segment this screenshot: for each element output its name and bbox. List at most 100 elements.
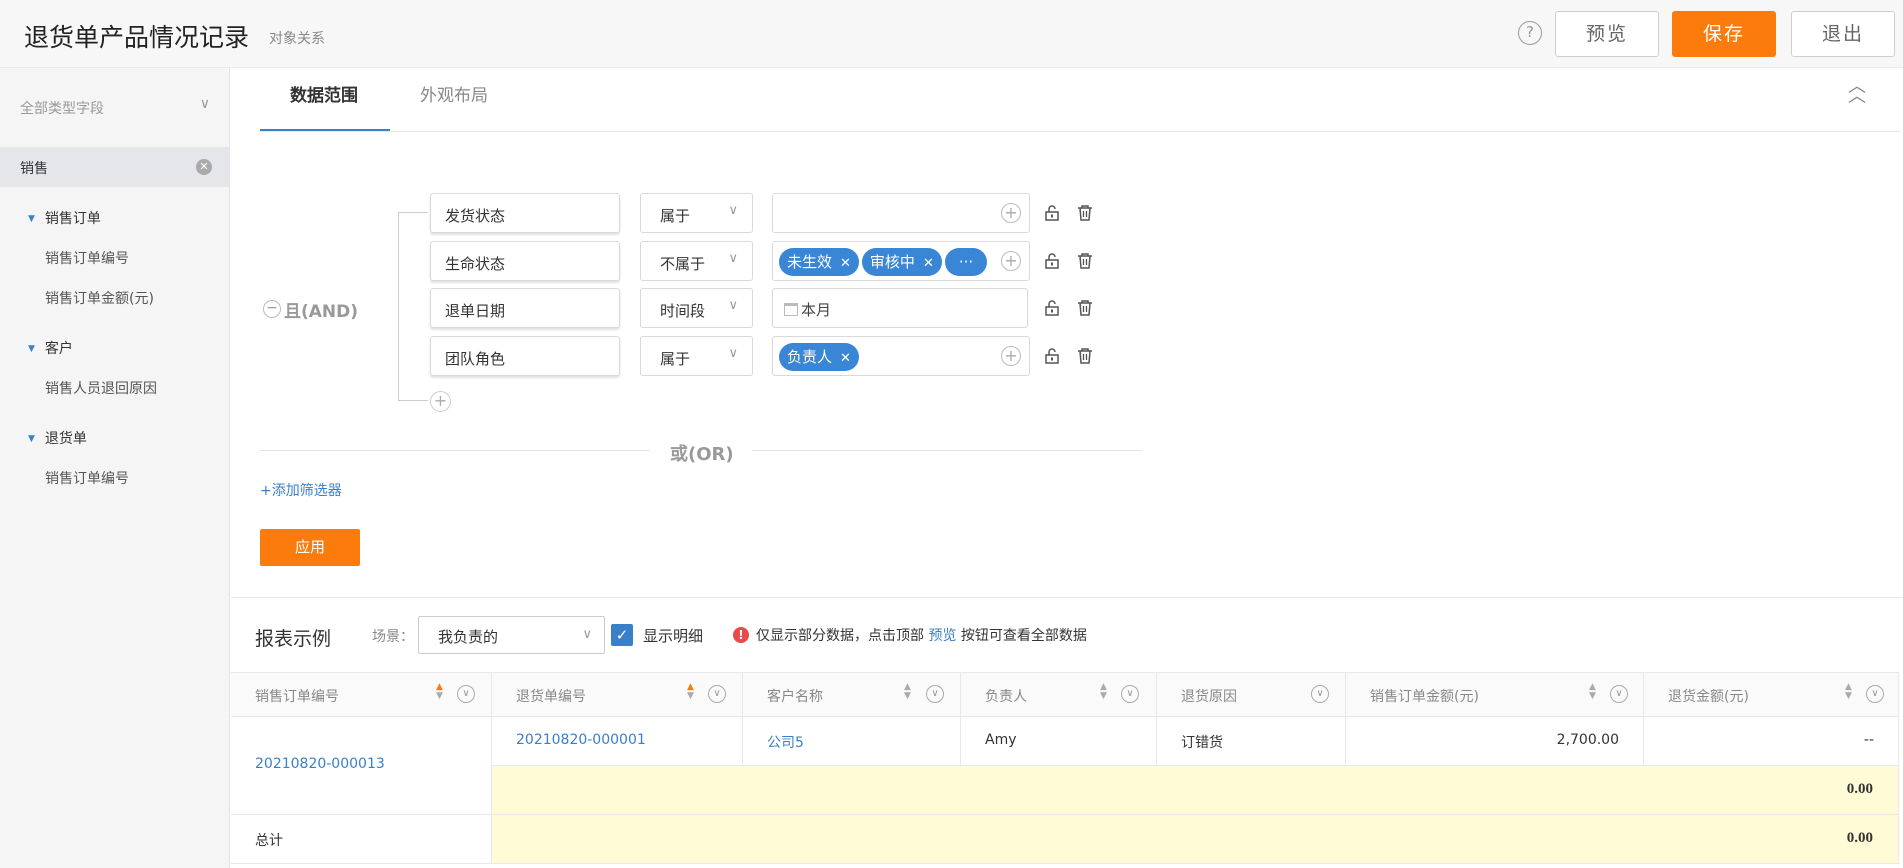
- remove-tag-icon[interactable]: ✕: [923, 256, 934, 271]
- column-filter-icon[interactable]: ∨: [708, 685, 726, 703]
- column-header[interactable]: 退货原因 ∨: [1157, 672, 1346, 717]
- field-search[interactable]: 销售 ✕: [0, 147, 229, 187]
- add-value-icon[interactable]: +: [1001, 251, 1021, 271]
- help-icon[interactable]: ?: [1518, 21, 1542, 45]
- sort-icon[interactable]: ▲ ▼: [687, 683, 694, 701]
- tree-item[interactable]: 销售订单金额(元): [45, 288, 154, 308]
- caret-down-icon: ▼: [28, 344, 35, 354]
- customer-name[interactable]: 公司5: [743, 717, 961, 766]
- chevron-down-icon: ∨: [199, 96, 210, 112]
- trash-icon[interactable]: [1077, 300, 1093, 316]
- add-condition-icon[interactable]: +: [430, 391, 451, 412]
- section-divider: [231, 597, 1903, 598]
- page-title: 退货单产品情况记录: [24, 23, 250, 52]
- notice-preview-link[interactable]: 预览: [928, 628, 956, 644]
- column-header[interactable]: 负责人 ▲ ▼ ∨: [961, 672, 1157, 717]
- column-header[interactable]: 退货单编号 ▲ ▼ ∨: [492, 672, 743, 717]
- condition-operator[interactable]: 时间段 ∨: [640, 288, 753, 328]
- notice-prefix: 仅显示部分数据，点击顶部: [756, 628, 924, 644]
- tree-group-customer[interactable]: ▼ 客户: [28, 338, 73, 358]
- save-button[interactable]: 保存: [1672, 11, 1776, 57]
- group-order-number[interactable]: 20210820-000013: [231, 717, 492, 815]
- field-type-label: 全部类型字段: [20, 101, 104, 117]
- column-header-label: 退货金额(元): [1668, 689, 1749, 705]
- apply-button[interactable]: 应用: [260, 529, 360, 566]
- condition-operator[interactable]: 属于 ∨: [640, 336, 753, 376]
- column-filter-icon[interactable]: ∨: [457, 685, 475, 703]
- trash-icon[interactable]: [1077, 253, 1093, 269]
- value-tag: 审核中 ✕: [861, 248, 942, 276]
- preview-button[interactable]: 预览: [1555, 11, 1659, 57]
- operator-value: 不属于: [660, 255, 706, 273]
- notice-text: 仅显示部分数据，点击顶部 预览 按钮可查看全部数据: [756, 625, 1087, 645]
- column-filter-icon[interactable]: ∨: [1121, 685, 1139, 703]
- condition-bracket: [398, 212, 428, 401]
- subtotal-value: 0.00: [1846, 781, 1873, 797]
- condition-value[interactable]: 负责人 ✕ +: [772, 336, 1030, 376]
- field-type-select[interactable]: 全部类型字段 ∨: [20, 96, 210, 118]
- condition-field[interactable]: 发货状态: [430, 193, 620, 233]
- add-value-icon[interactable]: +: [1001, 203, 1021, 223]
- column-filter-icon[interactable]: ∨: [1311, 685, 1329, 703]
- column-filter-icon[interactable]: ∨: [1866, 685, 1884, 703]
- tree-item[interactable]: 销售订单编号: [45, 468, 129, 488]
- condition-value[interactable]: 未生效 ✕ 审核中 ✕ ··· +: [772, 241, 1030, 281]
- sort-icon[interactable]: ▲ ▼: [1845, 683, 1852, 701]
- or-label: 或(OR): [670, 444, 734, 465]
- trash-icon[interactable]: [1077, 205, 1093, 221]
- caret-down-icon: ▼: [28, 434, 35, 444]
- tab-appearance-layout[interactable]: 外观布局: [420, 81, 488, 106]
- lock-icon[interactable]: [1044, 253, 1060, 269]
- remove-tag-icon[interactable]: ✕: [840, 351, 851, 366]
- report-title: 报表示例: [255, 628, 332, 650]
- tab-data-range[interactable]: 数据范围: [290, 81, 358, 106]
- clear-icon[interactable]: ✕: [196, 159, 212, 175]
- column-filter-icon[interactable]: ∨: [926, 685, 944, 703]
- return-amount-cell: --: [1644, 717, 1899, 766]
- condition-operator[interactable]: 属于 ∨: [640, 193, 753, 233]
- scene-select[interactable]: 我负责的 ∨: [418, 616, 605, 654]
- collapse-icon[interactable]: ︿ ︿: [1848, 78, 1866, 106]
- field-search-input[interactable]: 销售: [20, 158, 48, 178]
- tree-group-return-order[interactable]: ▼ 退货单: [28, 428, 87, 448]
- sort-icon[interactable]: ▲ ▼: [436, 683, 443, 701]
- lock-icon[interactable]: [1044, 205, 1060, 221]
- add-value-icon[interactable]: +: [1001, 346, 1021, 366]
- more-tags-button[interactable]: ···: [944, 248, 988, 276]
- column-header[interactable]: 退货金额(元) ▲ ▼ ∨: [1644, 672, 1899, 717]
- show-detail-label: 显示明细: [643, 627, 704, 645]
- sort-icon[interactable]: ▲ ▼: [1100, 683, 1107, 701]
- lock-icon[interactable]: [1044, 300, 1060, 316]
- condition-field[interactable]: 生命状态: [430, 241, 620, 281]
- return-order-number[interactable]: 20210820-000001: [492, 717, 743, 766]
- total-row: [492, 815, 1899, 864]
- chevron-down-icon: ∨: [728, 251, 738, 266]
- sort-icon[interactable]: ▲ ▼: [904, 683, 911, 701]
- scene-label: 场景：: [372, 629, 414, 645]
- condition-value[interactable]: +: [772, 193, 1030, 233]
- tree-group-sales-order[interactable]: ▼ 销售订单: [28, 208, 101, 228]
- column-filter-icon[interactable]: ∨: [1610, 685, 1628, 703]
- collapse-group-icon[interactable]: −: [263, 300, 281, 318]
- trash-icon[interactable]: [1077, 348, 1093, 364]
- lock-icon[interactable]: [1044, 348, 1060, 364]
- remove-tag-icon[interactable]: ✕: [840, 256, 851, 271]
- column-header[interactable]: 销售订单金额(元) ▲ ▼ ∨: [1346, 672, 1644, 717]
- tree-item[interactable]: 销售订单编号: [45, 248, 129, 268]
- tree-item[interactable]: 销售人员退回原因: [45, 378, 157, 398]
- date-range-value: 本月: [801, 301, 832, 319]
- condition-operator[interactable]: 不属于 ∨: [640, 241, 753, 281]
- alert-icon: !: [733, 627, 749, 643]
- caret-down-icon: ▼: [28, 214, 35, 224]
- condition-value[interactable]: 本月: [772, 288, 1028, 328]
- column-header[interactable]: 销售订单编号 ▲ ▼ ∨: [231, 672, 492, 717]
- condition-field[interactable]: 退单日期: [430, 288, 620, 328]
- add-filter-link[interactable]: +添加筛选器: [260, 480, 342, 500]
- exit-button[interactable]: 退出: [1791, 11, 1895, 57]
- chevron-down-icon: ∨: [728, 203, 738, 218]
- condition-field[interactable]: 团队角色: [430, 336, 620, 376]
- column-header[interactable]: 客户名称 ▲ ▼ ∨: [743, 672, 961, 717]
- sort-icon[interactable]: ▲ ▼: [1589, 683, 1596, 701]
- page-subtitle: 对象关系: [269, 31, 325, 47]
- show-detail-checkbox[interactable]: ✓: [611, 624, 633, 646]
